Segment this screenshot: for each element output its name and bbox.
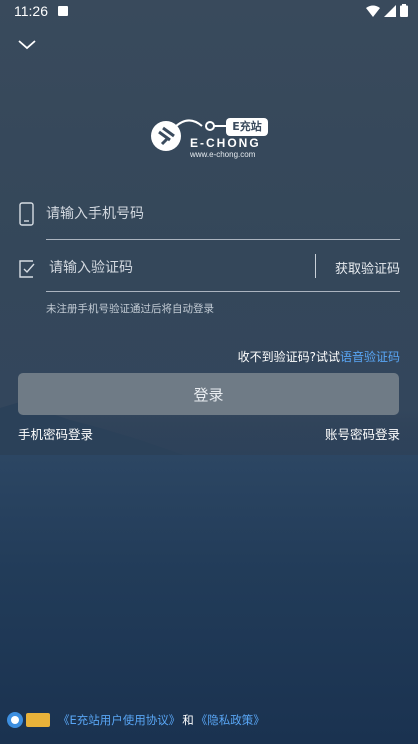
- voice-code-link[interactable]: 语音验证码: [340, 350, 400, 364]
- verify-check-icon: [19, 260, 35, 278]
- voice-prefix: 收不到验证码?试试: [237, 350, 340, 364]
- privacy-policy-link[interactable]: 《隐私政策》: [196, 712, 265, 728]
- phone-password-login-link[interactable]: 手机密码登录: [18, 424, 93, 443]
- logo-brand: E-CHONG: [190, 136, 261, 150]
- voice-code-prompt: 收不到验证码?试试语音验证码: [238, 348, 400, 365]
- wifi-icon: [366, 5, 380, 17]
- phone-field-row: [18, 196, 400, 240]
- phone-underline: [46, 239, 400, 240]
- phone-input[interactable]: [46, 200, 306, 228]
- battery-icon: [400, 4, 408, 17]
- phone-icon: [19, 202, 34, 226]
- code-input[interactable]: [49, 254, 279, 282]
- login-button[interactable]: 登录: [18, 373, 399, 415]
- signal-icon: [384, 4, 396, 17]
- user-agreement-link[interactable]: 《E充站用户使用协议》: [58, 712, 180, 728]
- agreement-row: 《E充站用户使用协议》 和 《隐私政策》: [6, 710, 265, 730]
- account-password-login-link[interactable]: 账号密码登录: [325, 424, 400, 443]
- status-time: 11:26: [14, 3, 48, 19]
- chevron-down-icon[interactable]: [16, 36, 38, 54]
- logo-url: www.e-chong.com: [190, 150, 256, 159]
- notification-icon: [58, 6, 68, 16]
- agreement-and: 和: [182, 713, 194, 727]
- code-underline: [46, 291, 400, 292]
- watermark-logo-icon: [7, 712, 50, 728]
- code-field-row: 获取验证码: [18, 250, 400, 292]
- get-code-button[interactable]: 获取验证码: [335, 258, 400, 277]
- register-hint: 未注册手机号验证通过后将自动登录: [46, 303, 214, 315]
- app-logo: E充站 E-CHONG www.e-chong.com: [150, 112, 270, 164]
- code-separator: [315, 254, 316, 278]
- background-sea: [0, 455, 418, 744]
- status-bar: 11:26: [0, 0, 418, 24]
- logo-badge: E充站: [226, 118, 268, 136]
